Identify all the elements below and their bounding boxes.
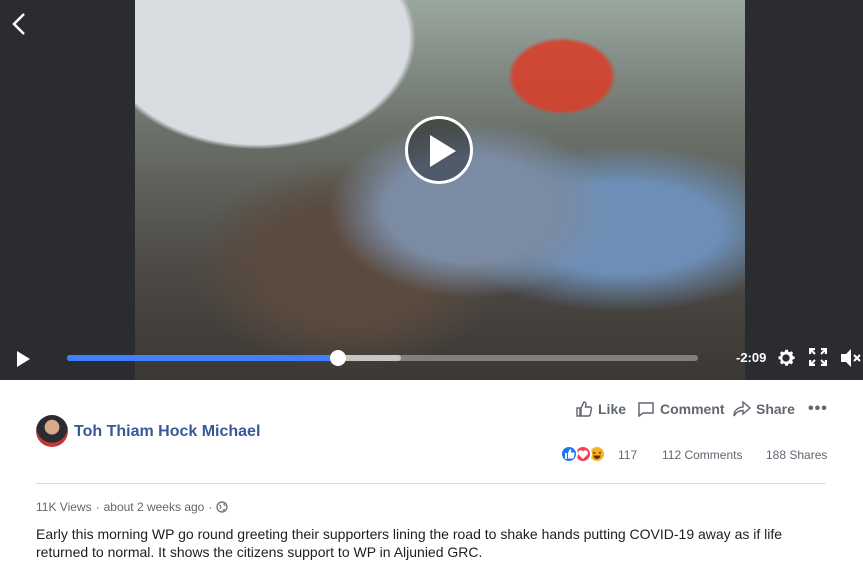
play-circle-icon[interactable]: [405, 116, 473, 184]
played-bar: [67, 355, 338, 361]
volume-muted-icon[interactable]: [839, 347, 863, 369]
more-options-button[interactable]: •••: [808, 400, 828, 418]
share-icon: [733, 400, 751, 417]
play-icon[interactable]: [14, 350, 32, 368]
reactions-icons[interactable]: [560, 445, 620, 463]
globe-icon[interactable]: [216, 501, 228, 513]
video-letterbox-left: [0, 0, 135, 380]
like-reaction-icon: [560, 445, 578, 463]
thumbs-up-icon: [576, 401, 593, 417]
comment-label: Comment: [660, 401, 725, 417]
comment-icon: [638, 402, 654, 418]
like-button[interactable]: Like: [575, 400, 626, 418]
like-label: Like: [598, 401, 627, 417]
post-description: Early this morning WP go round greeting …: [36, 526, 783, 560]
comment-button[interactable]: Comment: [637, 400, 725, 418]
video-frame[interactable]: [135, 0, 745, 380]
seek-handle[interactable]: [329, 350, 346, 366]
shares-count[interactable]: 188 Shares: [766, 448, 827, 462]
seek-bar[interactable]: [67, 350, 698, 366]
gear-icon[interactable]: [775, 347, 797, 369]
video-controls: -2:09: [0, 340, 863, 380]
video-player[interactable]: -2:09: [0, 0, 863, 380]
time-remaining: -2:09: [736, 350, 767, 365]
meta-separator: ·: [95, 500, 100, 514]
avatar[interactable]: [36, 415, 68, 447]
video-letterbox-right: [745, 0, 863, 380]
reaction-count[interactable]: 117: [618, 448, 637, 462]
post-meta: 11K Views · about 2 weeks ago ·: [36, 500, 228, 514]
share-label: Share: [756, 401, 795, 417]
share-button[interactable]: Share: [733, 400, 795, 418]
fullscreen-icon[interactable]: [809, 348, 827, 366]
chevron-left-icon[interactable]: [10, 12, 28, 36]
meta-separator: ·: [208, 500, 213, 514]
view-count: 11K Views: [36, 500, 92, 514]
post-time[interactable]: about 2 weeks ago: [104, 500, 205, 514]
divider: [36, 483, 826, 484]
author-name[interactable]: Toh Thiam Hock Michael: [74, 423, 260, 441]
comments-count[interactable]: 112 Comments: [662, 448, 742, 462]
